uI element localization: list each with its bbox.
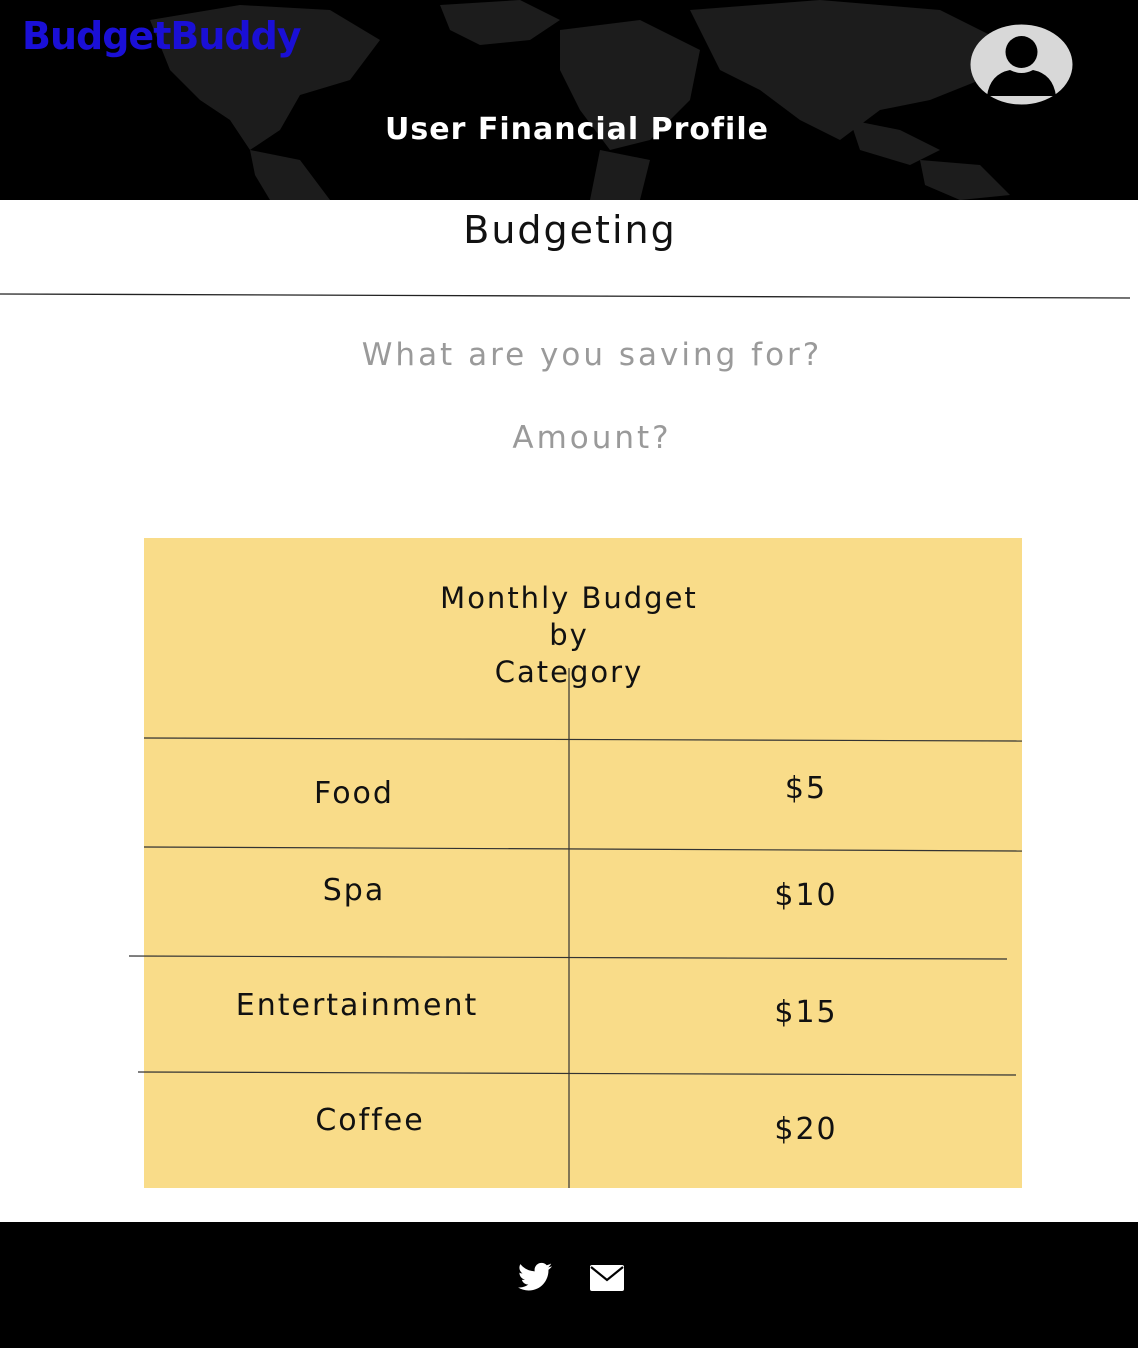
divider <box>0 293 1131 299</box>
mail-icon[interactable] <box>590 1265 624 1291</box>
user-avatar-icon[interactable] <box>970 24 1073 105</box>
budget-table: Monthly Budget by Category <box>144 538 1022 1188</box>
table-cell-amount: $15 <box>774 995 838 1030</box>
twitter-icon[interactable] <box>518 1262 552 1292</box>
table-cell-amount: $20 <box>774 1112 838 1147</box>
app-logo[interactable]: BudgetBuddy <box>22 14 302 58</box>
saving-goal-input[interactable] <box>290 332 894 378</box>
budget-table-title: Monthly Budget by Category <box>424 580 714 691</box>
header: BudgetBuddy User Financial Profile <box>0 0 1138 200</box>
table-cell-category: Entertainment <box>235 988 479 1023</box>
table-cell-category: Spa <box>322 873 386 908</box>
section-title: Budgeting <box>463 208 677 252</box>
table-cell-amount: $10 <box>774 878 838 913</box>
budget-table-title-line-2: Category <box>494 655 644 689</box>
footer <box>0 1222 1138 1348</box>
amount-input[interactable] <box>390 415 794 461</box>
table-cell-category: Coffee <box>315 1103 425 1138</box>
table-cell-category: Food <box>314 776 394 811</box>
budget-table-title-line-1: Monthly Budget by <box>440 581 698 652</box>
page-title: User Financial Profile <box>385 112 769 147</box>
table-cell-amount: $5 <box>784 771 828 806</box>
